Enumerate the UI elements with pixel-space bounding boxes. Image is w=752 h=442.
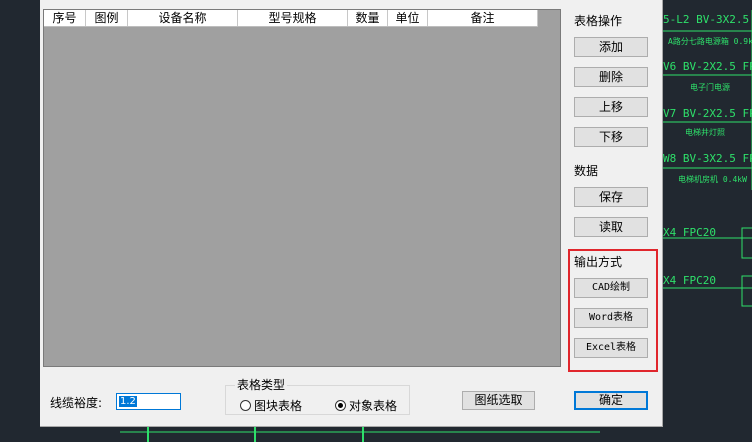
column-header-legend[interactable]: 图例 [86,10,128,26]
cad-text: 电子门电源 [690,82,730,92]
move-down-button[interactable]: 下移 [574,127,648,147]
material-table-dialog: 序号 图例 设备名称 型号规格 数量 单位 备注 表格操作 添加 删除 上移 下… [40,0,663,427]
radio-object-label: 对象表格 [349,399,398,413]
radio-block-label: 图块表格 [254,399,303,413]
cad-text: 电梯机房机 0.4kW [678,174,747,184]
radio-unchecked-icon [240,400,251,411]
cad-text: 5-L2 BV-3X2.5 FPC [663,13,752,26]
cad-text: 电梯井灯照 [685,127,725,137]
pick-from-drawing-button[interactable]: 图纸选取 [462,391,535,410]
cad-text: V6 BV-2X2.5 FPC1 [663,60,752,73]
excel-table-button[interactable]: Excel表格 [574,338,648,358]
delete-button[interactable]: 删除 [574,67,648,87]
cad-text: A路分七路电源箱 0.9k [668,36,752,46]
word-table-button[interactable]: Word表格 [574,308,648,328]
cad-draw-button[interactable]: CAD绘制 [574,278,648,298]
column-header-quantity[interactable]: 数量 [348,10,388,26]
cad-text: X4 FPC20 [663,274,716,287]
cad-text: V7 BV-2X2.5 FPC1 [663,107,752,120]
add-button[interactable]: 添加 [574,37,648,57]
radio-block-table[interactable]: 图块表格 [240,397,302,414]
output-group-title: 输出方式 [574,255,623,269]
margin-label: 线缆裕度: [50,396,103,410]
margin-value: 1.2 [119,396,137,407]
move-up-button[interactable]: 上移 [574,97,648,117]
ok-button[interactable]: 确定 [574,391,648,410]
radio-object-table[interactable]: 对象表格 [335,397,397,414]
list-header: 序号 图例 设备名称 型号规格 数量 单位 备注 [44,10,538,27]
cad-text: X4 FPC20 [663,226,716,239]
column-header-index[interactable]: 序号 [44,10,86,26]
column-header-model-spec[interactable]: 型号规格 [238,10,348,26]
save-button[interactable]: 保存 [574,187,648,207]
load-button[interactable]: 读取 [574,217,648,237]
table-type-label: 表格类型 [235,377,288,393]
cad-text: W8 BV-3X2.5 FPC [663,152,752,165]
data-group-title: 数据 [574,164,599,178]
ops-group-title: 表格操作 [574,14,623,28]
column-header-device-name[interactable]: 设备名称 [128,10,238,26]
margin-input[interactable]: 1.2 [116,393,181,410]
column-header-remark[interactable]: 备注 [428,10,538,26]
radio-checked-icon [335,400,346,411]
material-list-view[interactable]: 序号 图例 设备名称 型号规格 数量 单位 备注 [43,9,561,367]
column-header-unit[interactable]: 单位 [388,10,428,26]
